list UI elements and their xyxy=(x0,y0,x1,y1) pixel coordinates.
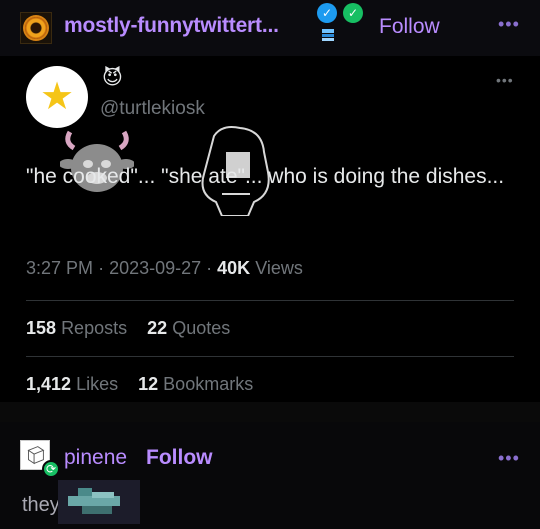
more-options-icon[interactable]: ••• xyxy=(498,14,520,35)
pixel-art-image xyxy=(58,480,140,524)
likes-count: 1,412 xyxy=(26,374,72,394)
blue-flag-icon xyxy=(322,29,334,41)
tweet-more-icon: ••• xyxy=(496,72,514,88)
reblog-more-icon[interactable]: ••• xyxy=(498,448,520,469)
tweet-time: 3:27 PM xyxy=(26,258,94,278)
verified-blue-badge-icon: ✓ xyxy=(317,3,337,23)
reblog-blog-name[interactable]: pinene xyxy=(64,446,127,470)
tweet-avatar: ★ xyxy=(26,66,88,128)
like-stats: 1,412 Likes 12 Bookmarks xyxy=(26,374,253,395)
quotes-label: Quotes xyxy=(172,318,231,338)
tweet-handle: @turtlekiosk xyxy=(100,98,205,119)
views-count: 40K xyxy=(217,258,251,278)
bookmarks-count: 12 xyxy=(138,374,159,394)
blog-name-link[interactable]: mostly-funnytwittert... xyxy=(64,14,279,38)
repost-stats: 158 Reposts 22 Quotes xyxy=(26,318,230,339)
star-icon: ★ xyxy=(39,76,75,118)
reposts-label: Reposts xyxy=(61,318,128,338)
devil-emoji-icon: 😈 xyxy=(102,67,123,89)
follow-button[interactable]: Follow xyxy=(379,15,440,39)
tweet-card: ★ 😈 @turtlekiosk ••• "he cooked"... "she… xyxy=(18,58,538,402)
divider xyxy=(26,300,514,301)
reposts-count: 158 xyxy=(26,318,57,338)
bookmarks-label: Bookmarks xyxy=(163,374,254,394)
tweet-date: 2023-09-27 xyxy=(109,258,202,278)
quotes-count: 22 xyxy=(147,318,168,338)
reblog-entry: ⟳ pinene Follow ••• they... xyxy=(0,422,540,529)
sun-icon xyxy=(25,17,47,39)
reblog-icon: ⟳ xyxy=(42,460,60,478)
likes-label: Likes xyxy=(76,374,119,394)
post-header: mostly-funnytwittert... ✓ ✓ Follow ••• xyxy=(0,0,540,56)
tweet-text: "he cooked"... "she ate"... who is doing… xyxy=(26,165,505,188)
divider xyxy=(26,356,514,357)
reblog-follow-button[interactable]: Follow xyxy=(146,446,213,470)
tweet-meta: 3:27 PM · 2023-09-27 · 40K Views xyxy=(26,258,303,278)
verified-green-badge-icon: ✓ xyxy=(343,3,363,23)
separator xyxy=(0,402,540,422)
blog-avatar[interactable] xyxy=(20,12,52,44)
views-label: Views xyxy=(255,258,303,278)
